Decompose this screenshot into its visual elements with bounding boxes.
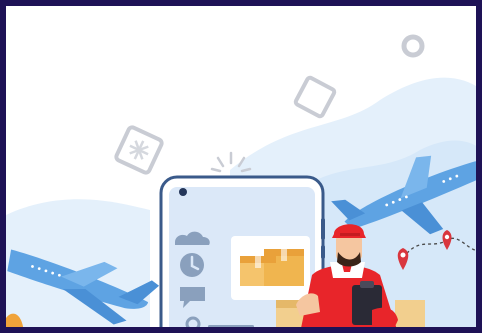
- illustration-frame: [0, 0, 482, 333]
- delivery-illustration: [0, 0, 482, 333]
- clock-icon: [180, 253, 204, 277]
